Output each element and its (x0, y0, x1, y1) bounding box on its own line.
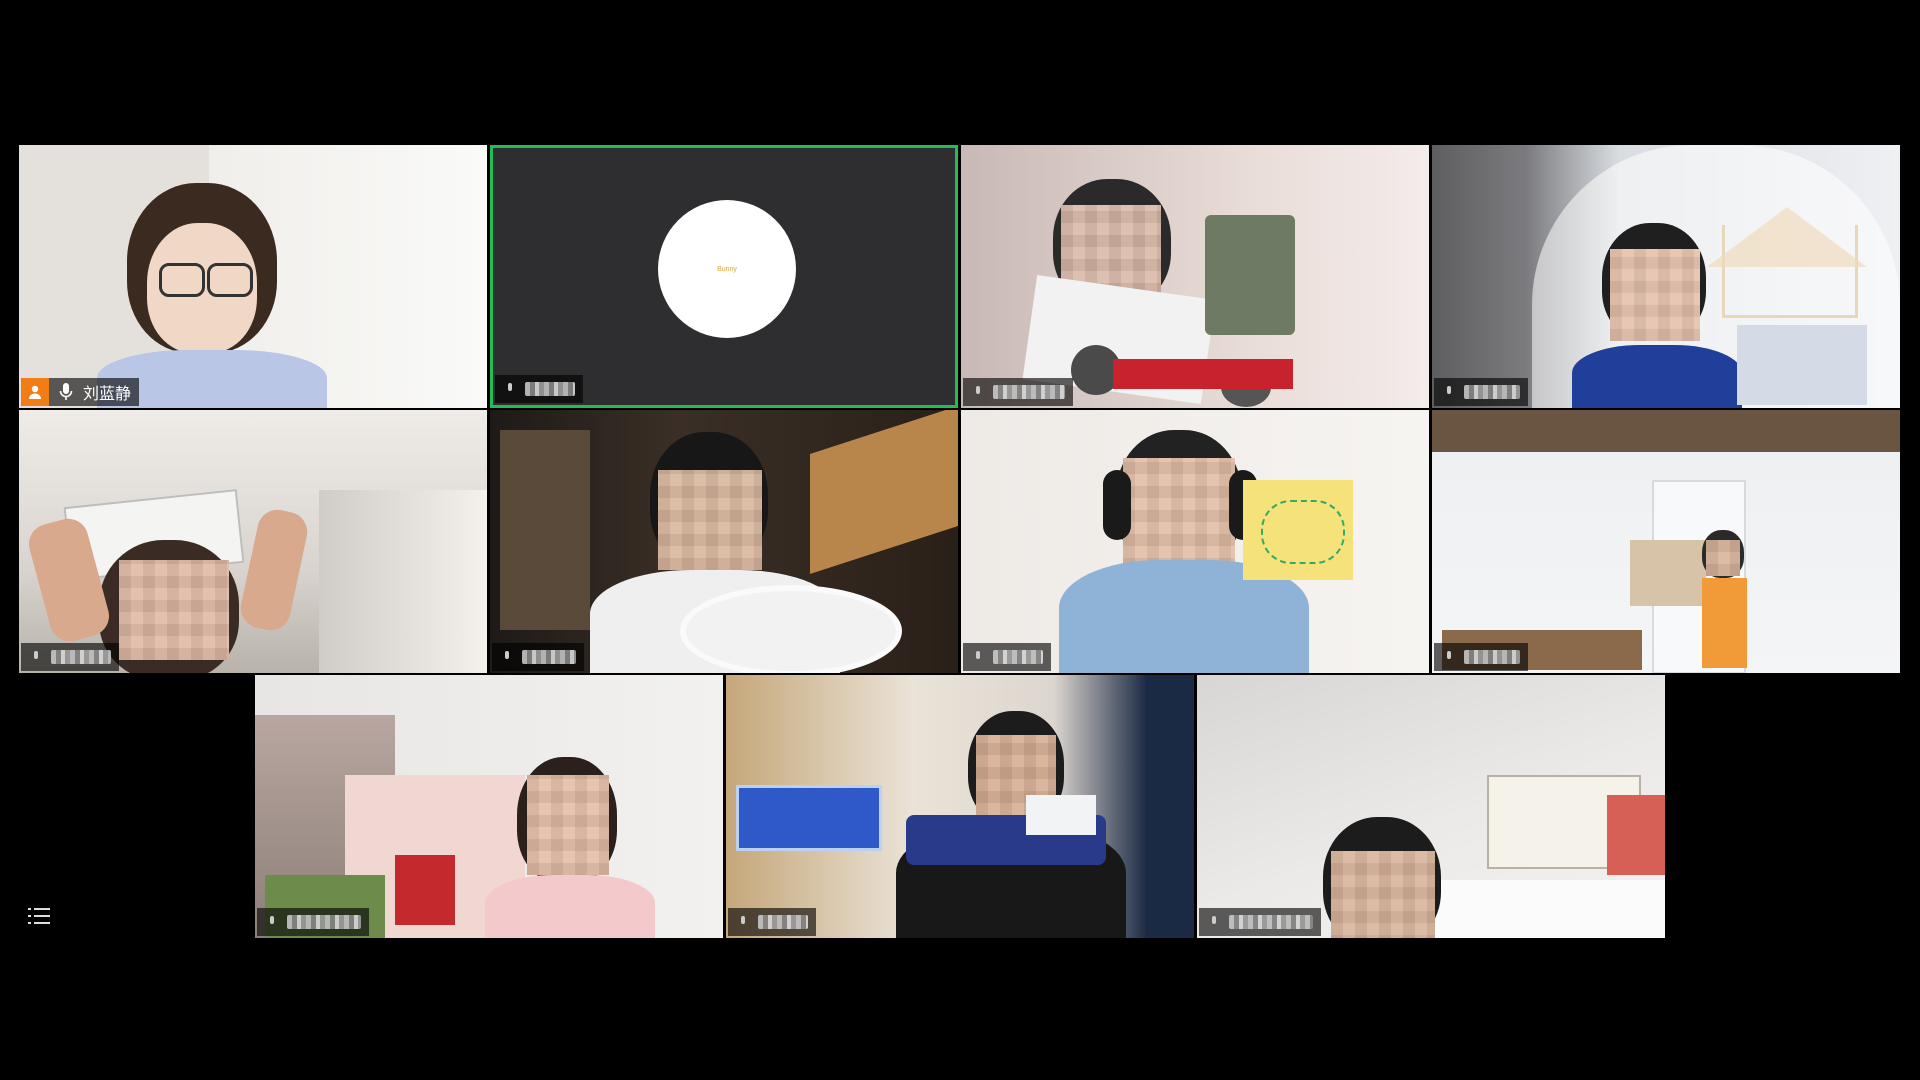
participant-name-bar (21, 643, 119, 671)
video-feed (961, 145, 1429, 408)
video-feed (1197, 675, 1665, 938)
video-tile[interactable] (961, 145, 1429, 408)
blurred-participant-name (51, 650, 111, 664)
participant-name-bar (495, 375, 583, 403)
microphone-icon (969, 378, 987, 406)
blurred-participant-name (287, 915, 361, 929)
video-feed (19, 410, 487, 673)
participant-name: 刘蓝静 (83, 386, 132, 403)
participant-name-bar (1434, 643, 1528, 671)
video-feed (1432, 410, 1900, 673)
microphone-icon[interactable] (55, 378, 77, 406)
video-tile[interactable] (490, 410, 958, 673)
microphone-icon (734, 908, 752, 936)
video-tile-active-speaker[interactable]: Bunny (490, 145, 958, 408)
participant-name-bar (963, 643, 1051, 671)
microphone-icon (501, 375, 519, 403)
blurred-participant-name (993, 385, 1065, 399)
blurred-participant-name (525, 382, 575, 396)
blurred-participant-name (522, 650, 576, 664)
microphone-icon (1440, 643, 1458, 671)
video-tile-host[interactable]: 刘蓝静 (19, 145, 487, 408)
participant-name-bar: 刘蓝静 (21, 378, 140, 406)
blurred-participant-name (993, 650, 1043, 664)
avatar: Bunny (658, 200, 796, 338)
video-tile[interactable] (726, 675, 1194, 938)
video-tile[interactable] (255, 675, 723, 938)
video-tile[interactable] (19, 410, 487, 673)
video-tile[interactable] (961, 410, 1429, 673)
microphone-icon (1205, 908, 1223, 936)
video-feed (1432, 145, 1900, 408)
participant-name-bar (728, 908, 816, 936)
blurred-participant-name (1464, 650, 1520, 664)
participant-name-bar (1434, 378, 1528, 406)
blurred-participant-name (1229, 915, 1313, 929)
video-feed (961, 410, 1429, 673)
video-feed (19, 145, 487, 408)
video-tile[interactable] (1197, 675, 1665, 938)
microphone-icon (969, 643, 987, 671)
video-feed (726, 675, 1194, 938)
microphone-icon (263, 908, 281, 936)
participant-name-bar (492, 643, 584, 671)
participant-name-bar (1199, 908, 1321, 936)
microphone-icon (27, 643, 45, 671)
microphone-icon (1440, 378, 1458, 406)
video-tile[interactable] (1432, 145, 1900, 408)
list-menu-icon[interactable] (28, 906, 50, 926)
video-feed (490, 410, 958, 673)
participant-name-bar (257, 908, 369, 936)
video-feed (255, 675, 723, 938)
video-tile[interactable] (1432, 410, 1900, 673)
person-icon (21, 378, 49, 406)
avatar-label: Bunny (717, 265, 737, 273)
microphone-icon (498, 643, 516, 671)
blurred-participant-name (1464, 385, 1520, 399)
participant-name-bar (963, 378, 1073, 406)
blurred-participant-name (758, 915, 808, 929)
